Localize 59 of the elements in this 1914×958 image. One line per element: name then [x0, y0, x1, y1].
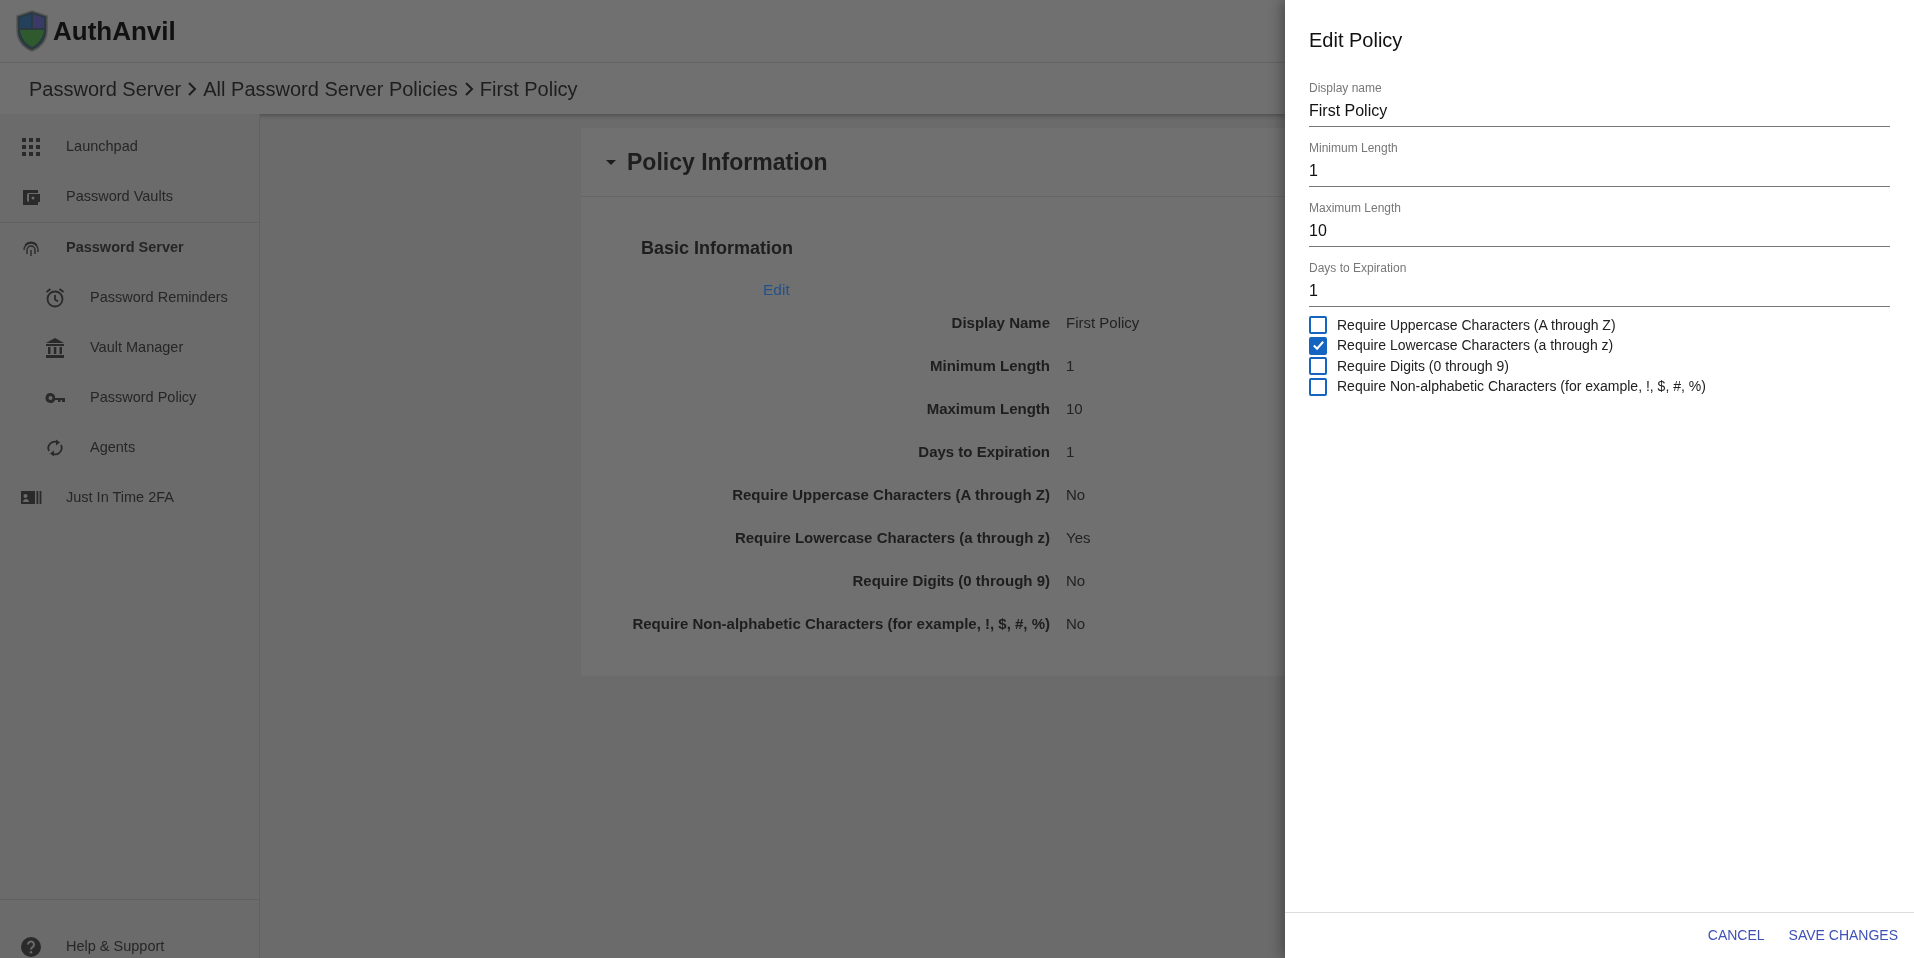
field-label: Minimum Length — [929, 355, 1050, 376]
sync-icon — [44, 437, 66, 459]
sidebar-item[interactable]: Just In Time 2FA — [0, 473, 259, 523]
checkmark-icon — [1311, 339, 1325, 353]
sidebar-item[interactable]: Vault Manager — [0, 323, 259, 373]
field-label: Days to Expiration — [1309, 260, 1408, 277]
save-button[interactable]: SAVE CHANGES — [1784, 919, 1902, 952]
field-label: Require Lowercase Characters (a through z) — [733, 527, 1050, 548]
field-value: 1 — [1066, 441, 1075, 462]
sidebar-item[interactable]: Password Server — [0, 223, 259, 273]
field-label: Maximum Length — [1309, 200, 1403, 217]
checkbox-label: Require Lowercase Characters (a through z) — [1337, 336, 1614, 356]
subsection-title: Basic Information — [641, 237, 795, 260]
checkbox[interactable] — [1309, 357, 1327, 376]
field-value: 10 — [1066, 398, 1083, 419]
checkbox-label: Require Digits (0 through 9) — [1337, 356, 1509, 376]
field-label: Maximum Length — [925, 398, 1050, 419]
section-title: Policy Information — [627, 147, 828, 177]
breadcrumb-link[interactable]: Password Server — [29, 73, 182, 104]
field-label: Days to Expiration — [917, 441, 1050, 462]
breadcrumb-link[interactable]: All Password Server Policies — [203, 73, 458, 104]
text-field[interactable]: 1 — [1309, 279, 1890, 307]
field-value: 1 — [1066, 355, 1075, 376]
chevron-right-icon — [187, 81, 198, 96]
text-field[interactable]: 10 — [1309, 219, 1890, 247]
help-support-item[interactable]: Help & Support — [0, 900, 259, 958]
field-value: No — [1066, 613, 1086, 634]
checkbox-label: Require Uppercase Characters (A through Z) — [1337, 315, 1616, 335]
sidebar-item[interactable]: Password Vaults — [0, 172, 259, 222]
field-value: No — [1066, 484, 1086, 505]
chevron-right-icon — [463, 81, 474, 96]
breadcrumb-current: First Policy — [479, 76, 578, 102]
field-label: Require Digits (0 through 9) — [851, 570, 1050, 591]
field-label: Require Uppercase Characters (A through Z) — [731, 484, 1050, 505]
field-label: Display Name — [950, 312, 1050, 333]
shield-logo-icon — [15, 10, 49, 52]
field-label: Display name — [1309, 80, 1383, 97]
alarm-clock-icon — [44, 287, 66, 309]
text-field[interactable]: First Policy — [1309, 99, 1890, 127]
drawer-title: Edit Policy — [1308, 28, 1404, 53]
sidebar-item[interactable]: Password Reminders — [0, 273, 259, 323]
sidebar-item[interactable]: Launchpad — [0, 122, 259, 172]
field-value: Yes — [1066, 527, 1091, 548]
sidebar-item[interactable]: Agents — [0, 423, 259, 473]
field-value: No — [1066, 570, 1086, 591]
checkbox[interactable] — [1309, 316, 1327, 335]
logo-text: AuthAnvil — [53, 14, 176, 48]
field-label: Minimum Length — [1309, 140, 1399, 157]
sidebar-item[interactable]: Password Policy — [0, 373, 259, 423]
edit-link[interactable]: Edit — [763, 278, 790, 302]
cancel-button[interactable]: CANCEL — [1703, 919, 1769, 952]
checkbox[interactable] — [1309, 336, 1327, 355]
field-value: First Policy — [1066, 312, 1140, 333]
text-field[interactable]: 1 — [1309, 159, 1890, 187]
bank-icon — [44, 337, 66, 359]
grid-icon — [20, 136, 42, 158]
checkbox[interactable] — [1309, 377, 1327, 396]
field-label: Require Non-alphabetic Characters (for example, !, $, #, %) — [631, 613, 1050, 634]
checkbox-label: Require Non-alphabetic Characters (for example, !, $, #, %) — [1337, 377, 1706, 397]
